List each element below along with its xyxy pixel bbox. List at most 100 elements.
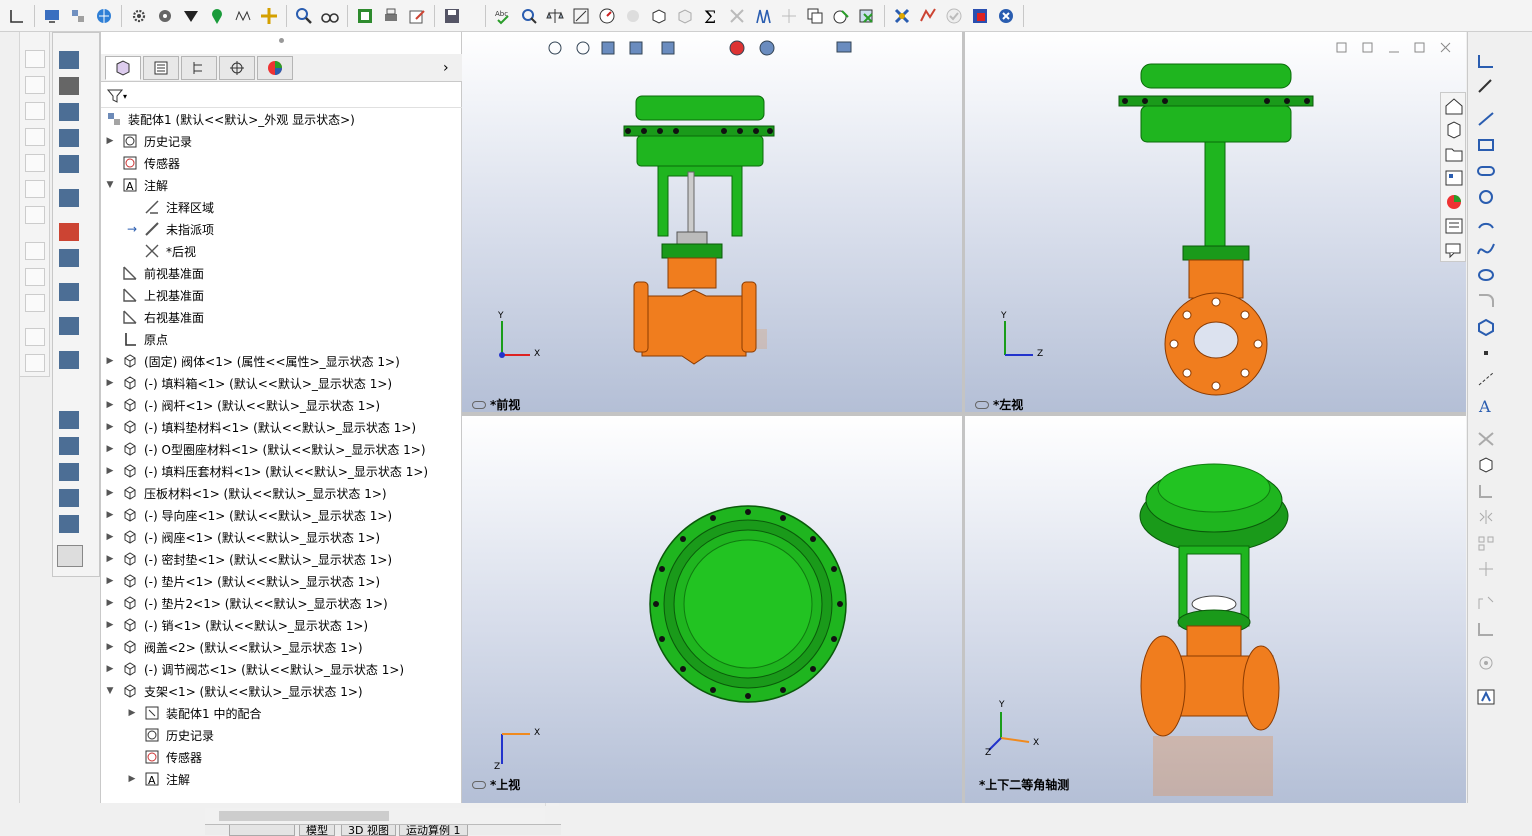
expand-arrow-icon[interactable]: ▶: [105, 598, 115, 608]
arc-icon[interactable]: [1476, 214, 1496, 232]
panel-grip[interactable]: [279, 38, 284, 43]
expand-arrow-icon[interactable]: ›: [443, 60, 449, 76]
expand-arrow-icon[interactable]: ▶: [105, 444, 115, 454]
check-icon[interactable]: [830, 5, 852, 27]
ellipse-icon[interactable]: [1476, 266, 1496, 284]
export-icon[interactable]: [354, 5, 376, 27]
tone-icon[interactable]: [180, 5, 202, 27]
slot-icon[interactable]: [1476, 162, 1496, 180]
appearances-icon[interactable]: [1444, 193, 1464, 211]
tree-item[interactable]: ▶ 阀盖<2> (默认<<默认>_显示状态 1>): [105, 636, 363, 658]
sparkle-icon[interactable]: [778, 5, 800, 27]
trim-icon[interactable]: [1476, 430, 1496, 448]
flag-icon[interactable]: [969, 5, 991, 27]
large-assembly-icon[interactable]: [59, 463, 79, 481]
tree-item[interactable]: 历史记录: [127, 724, 214, 746]
smart-dimension-icon[interactable]: [1476, 78, 1496, 96]
tree-item[interactable]: 注释区域: [127, 196, 214, 218]
compass-icon[interactable]: [995, 5, 1017, 27]
tab-feature-manager[interactable]: [105, 56, 141, 80]
repair-sketch-icon[interactable]: [1476, 620, 1496, 638]
expand-arrow-icon[interactable]: ▶: [105, 642, 115, 652]
tree-horizontal-scrollbar[interactable]: [205, 808, 545, 824]
tab-model-placeholder[interactable]: [229, 825, 295, 836]
tree-item[interactable]: ▶ (-) 阀杆<1> (默认<<默认>_显示状态 1>): [105, 394, 380, 416]
mirror-icon[interactable]: [1476, 508, 1496, 526]
mate-icon[interactable]: [59, 77, 79, 95]
map-pin-icon[interactable]: [206, 5, 228, 27]
section-icon[interactable]: [570, 5, 592, 27]
expand-arrow-icon[interactable]: ▶: [105, 488, 115, 498]
mass-properties-icon[interactable]: [544, 5, 566, 27]
sum-icon[interactable]: Σ: [700, 5, 722, 27]
performance-icon[interactable]: [596, 5, 618, 27]
line-icon[interactable]: [1476, 110, 1496, 128]
spellcheck-icon[interactable]: Abc: [492, 5, 514, 27]
display-icon[interactable]: [41, 5, 63, 27]
interference-check-icon[interactable]: [59, 223, 79, 241]
move-icon[interactable]: [258, 5, 280, 27]
tree-item[interactable]: ▼ A 注解: [105, 174, 168, 196]
hidden-icon[interactable]: [622, 5, 644, 27]
tree-item[interactable]: 上视基准面: [105, 284, 204, 306]
box-icon-2[interactable]: [674, 5, 696, 27]
measure-icon[interactable]: [518, 5, 540, 27]
forum-icon[interactable]: [1444, 241, 1464, 259]
linear-pattern-icon[interactable]: [1476, 534, 1496, 552]
tree-root[interactable]: 装配体1 (默认<<默认>_外观 显示状态>): [105, 108, 355, 130]
text-icon[interactable]: A: [1476, 396, 1496, 416]
parts-library-icon[interactable]: [1444, 121, 1464, 139]
tree-item[interactable]: ▶ 压板材料<1> (默认<<默认>_显示状态 1>): [105, 482, 387, 504]
tree-item[interactable]: 传感器: [127, 746, 202, 768]
tab-3d-view[interactable]: 3D 视图: [341, 825, 396, 836]
hole-alignment-icon[interactable]: [59, 283, 79, 301]
viewport-splitter-vertical[interactable]: [962, 32, 965, 803]
expand-arrow-icon[interactable]: ▶: [105, 356, 115, 366]
point-icon[interactable]: [1476, 344, 1496, 362]
custom-properties-icon[interactable]: [1444, 217, 1464, 235]
horizontal-scroll-thumb[interactable]: [219, 811, 389, 821]
sketch-tool-icon[interactable]: [1476, 52, 1496, 70]
expand-arrow-icon[interactable]: ▶: [127, 708, 137, 718]
tree-item[interactable]: ▶ (-) 垫片<1> (默认<<默认>_显示状态 1>): [105, 570, 380, 592]
snapshot-icon[interactable]: [59, 489, 79, 507]
toolbox-icon[interactable]: [891, 5, 913, 27]
tree-item[interactable]: ▶ (-) 垫片2<1> (默认<<默认>_显示状态 1>): [105, 592, 388, 614]
binoculars-icon[interactable]: [319, 5, 341, 27]
view-palette-icon[interactable]: [1444, 169, 1464, 187]
expand-arrow-icon[interactable]: ▶: [105, 620, 115, 630]
zoom-icon[interactable]: [293, 5, 315, 27]
expand-arrow-icon[interactable]: ▶: [105, 664, 115, 674]
tree-item[interactable]: 传感器: [105, 152, 180, 174]
smart-fastener-icon[interactable]: [59, 129, 79, 147]
tree-item[interactable]: ▶ (-) 填料箱<1> (默认<<默认>_显示状态 1>): [105, 372, 392, 394]
interference-icon[interactable]: [726, 5, 748, 27]
edit-icon[interactable]: [406, 5, 428, 27]
expand-arrow-icon[interactable]: ▶: [127, 774, 137, 784]
circle-icon[interactable]: [1476, 188, 1496, 206]
instant3d-icon[interactable]: [59, 437, 79, 455]
tab-display-manager[interactable]: [257, 56, 293, 80]
convert-entities-icon[interactable]: [1476, 456, 1496, 474]
expand-arrow-icon[interactable]: ▶: [105, 576, 115, 586]
viewport-left[interactable]: Y Z *左视: [965, 32, 1466, 412]
viewport-isometric[interactable]: Y X Z *上下二等角轴测: [965, 416, 1466, 803]
expand-arrow-icon[interactable]: ▶: [105, 510, 115, 520]
assembly-icon[interactable]: [67, 5, 89, 27]
expand-arrow-icon[interactable]: ▼: [105, 686, 115, 696]
offset-icon[interactable]: [1476, 482, 1496, 500]
tab-model[interactable]: 模型: [299, 825, 335, 836]
expand-arrow-icon[interactable]: ▶: [105, 136, 115, 146]
expand-arrow-icon[interactable]: ▶: [105, 400, 115, 410]
tree-item[interactable]: ▶ (-) 阀座<1> (默认<<默认>_显示状态 1>): [105, 526, 380, 548]
pointer-arrow-icon[interactable]: →: [127, 222, 137, 236]
tree-item[interactable]: ▶ (-) 调节阀芯<1> (默认<<默认>_显示状态 1>): [105, 658, 404, 680]
gear-icon[interactable]: [128, 5, 150, 27]
filter-button[interactable]: ▾: [107, 86, 131, 106]
pattern-icon[interactable]: [59, 103, 79, 121]
box-icon[interactable]: [648, 5, 670, 27]
display-relations-icon[interactable]: [1476, 594, 1496, 612]
centerline-icon[interactable]: [1476, 370, 1496, 388]
tree-item[interactable]: 原点: [105, 328, 168, 350]
approved-icon[interactable]: [943, 5, 965, 27]
